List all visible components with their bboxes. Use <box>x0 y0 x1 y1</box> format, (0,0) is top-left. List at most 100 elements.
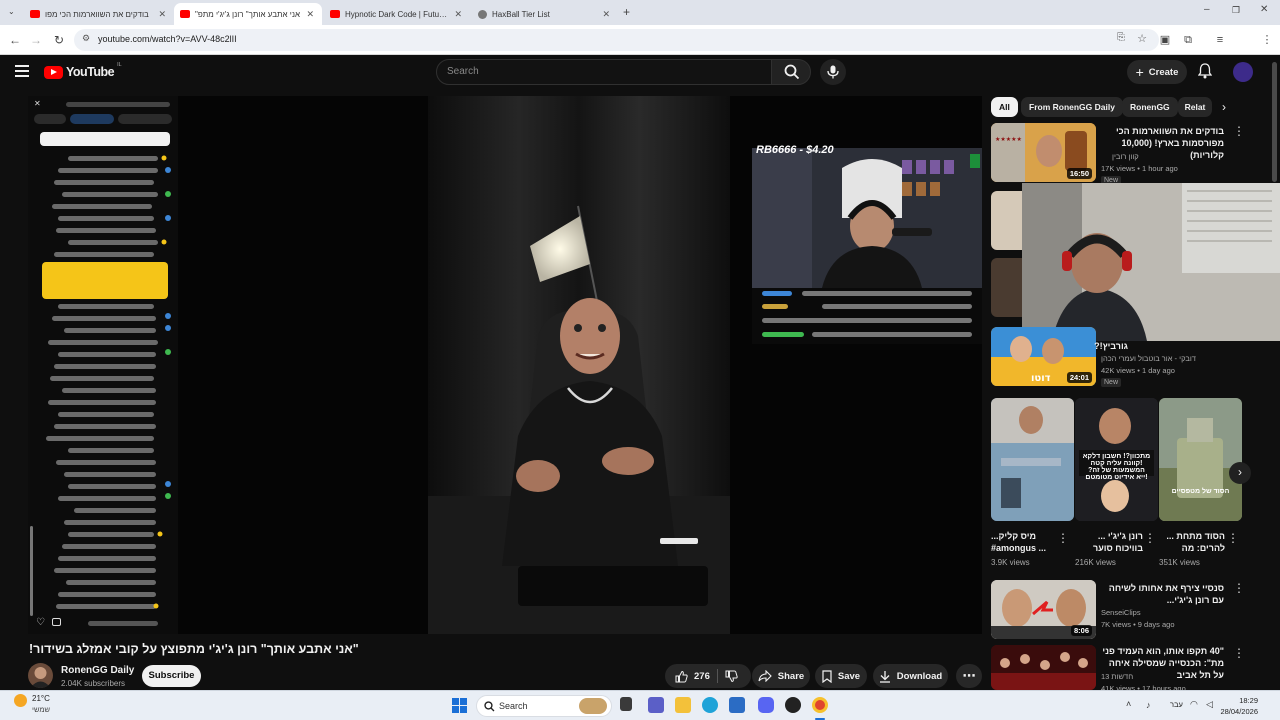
video-menu-icon[interactable]: ⋮ <box>1233 124 1245 138</box>
video-meta: 42K views • 1 day ago <box>1101 366 1175 375</box>
voice-search-button[interactable] <box>820 59 846 85</box>
shorts-next-button[interactable]: › <box>1229 462 1251 484</box>
short-title[interactable]: הסוד מתחת ... להרים: מה <box>1159 530 1225 554</box>
chip-channel[interactable]: RonenGG <box>1122 97 1178 117</box>
taskbar-search-label: Search <box>499 701 528 711</box>
like-count: 276 <box>694 670 710 682</box>
video-channel[interactable]: קוון רובין <box>1112 152 1139 161</box>
close-window-icon[interactable]: ✕ <box>1260 4 1268 15</box>
tray-icon[interactable]: ♪ <box>1146 700 1151 710</box>
more-actions-button[interactable]: ⋯ <box>956 664 982 688</box>
video-channel[interactable]: דובקי - אור בוטבול ועמרי הכהן <box>1101 354 1196 363</box>
short-thumbnail[interactable]: הסוד של מטפסיים <box>1159 398 1242 521</box>
reading-list-icon[interactable]: ≡ <box>1213 33 1227 47</box>
browser-tab[interactable]: בודקים את השווארמות הכי מפו ✕ <box>24 3 174 25</box>
youtube-icon <box>30 10 40 18</box>
video-thumbnail[interactable] <box>991 645 1096 690</box>
search-input[interactable]: Search <box>436 59 772 85</box>
extension-icon[interactable]: ▣ <box>1158 33 1172 47</box>
search-button[interactable] <box>771 59 811 85</box>
channel-avatar[interactable] <box>28 663 53 688</box>
tray-chevron-icon[interactable]: ˄ <box>1126 699 1131 709</box>
maximize-icon[interactable]: ❐ <box>1232 5 1240 16</box>
close-icon[interactable]: ✕ <box>454 9 462 20</box>
thumbs-down-icon[interactable] <box>725 670 738 683</box>
minimize-icon[interactable]: – <box>1204 4 1210 15</box>
channel-name[interactable]: RonenGG Daily <box>61 665 134 676</box>
streamer-scene-art <box>428 96 730 634</box>
store-icon[interactable] <box>729 697 745 713</box>
clock-time: 18:29 <box>1239 696 1258 705</box>
browser-tab-active[interactable]: "אני אתבע אותך" רונן ג'יג'י מתפ ✕ <box>174 3 322 25</box>
share-button[interactable]: Share <box>752 664 810 688</box>
short-title[interactable]: רונן ג'יג'י ... בוויכוח סוער <box>1075 530 1143 554</box>
subscribe-button[interactable]: Subscribe <box>142 665 201 687</box>
like-dislike-group: 276 <box>665 664 751 688</box>
install-app-icon[interactable]: ⎘ <box>1117 32 1125 43</box>
svg-text:★★★★★: ★★★★★ <box>995 136 1022 143</box>
edge-icon[interactable] <box>702 697 718 713</box>
chip-from-channel[interactable]: From RonenGG Daily <box>1021 97 1123 117</box>
browser-tab[interactable]: HaxBall Tier List ✕ <box>472 3 618 25</box>
video-player[interactable]: ✕ ♡ RB6666 - $4.20 <box>28 96 982 634</box>
teams-icon[interactable] <box>648 697 664 713</box>
more-menu-icon[interactable]: ⋮ <box>1260 33 1274 47</box>
close-icon[interactable]: ✕ <box>306 9 314 20</box>
short-menu-icon[interactable]: ⋮ <box>1057 531 1069 545</box>
video-title[interactable]: סנסיי צירף את אחותו לשיחה עם רונן ג'יג'י… <box>1098 582 1224 606</box>
weather-description: שמשי <box>32 705 50 714</box>
chip-related[interactable]: Relat <box>1178 97 1212 117</box>
app-icon[interactable] <box>785 697 801 713</box>
create-button[interactable]: + Create <box>1127 60 1187 84</box>
download-button[interactable]: Download <box>873 664 948 688</box>
back-icon[interactable]: ← <box>7 32 23 48</box>
account-avatar[interactable] <box>1233 62 1253 82</box>
url-bar[interactable]: ⚙ youtube.com/watch?v=AVV-48c2lII ⎘ ☆ <box>74 29 1159 51</box>
taskbar-search[interactable]: Search <box>476 695 612 717</box>
save-button[interactable]: Save <box>815 664 867 688</box>
video-channel[interactable]: חדשות 13 <box>1101 672 1133 681</box>
close-icon[interactable]: ✕ <box>158 9 166 20</box>
browser-tab[interactable]: Hypnotic Dark Code | Futuristic ✕ <box>324 3 470 25</box>
tab-search-button[interactable]: ⌄ <box>8 7 20 19</box>
short-menu-icon[interactable]: ⋮ <box>1227 531 1239 545</box>
taskbar-clock[interactable]: 18:29 28/04/2026 <box>1220 695 1258 717</box>
task-view-icon[interactable] <box>620 697 632 711</box>
chip-all[interactable]: All <box>991 97 1018 117</box>
extensions-puzzle-icon[interactable]: ⧉ <box>1181 33 1195 47</box>
short-title[interactable]: ...מיס קליק #amongus ... <box>991 530 1057 554</box>
new-tab-button[interactable]: + <box>623 5 630 19</box>
like-button[interactable]: 276 <box>675 670 710 683</box>
site-info-icon[interactable]: ⚙ <box>82 33 90 44</box>
browser-tab-strip: ⌄ בודקים את השווארמות הכי מפו ✕ "אני אתב… <box>0 0 1280 25</box>
close-icon[interactable]: ✕ <box>602 9 610 20</box>
chrome-icon[interactable] <box>812 697 828 713</box>
chevron-right-icon[interactable]: › <box>1222 100 1226 114</box>
weather-sun-icon[interactable] <box>14 694 27 707</box>
search-icon <box>784 64 800 80</box>
input-language[interactable]: עבר <box>1170 700 1183 709</box>
forward-icon[interactable]: → <box>28 32 44 48</box>
short-menu-icon[interactable]: ⋮ <box>1144 531 1156 545</box>
page-scrollbar[interactable] <box>1272 62 1277 182</box>
wifi-icon[interactable]: ◠ <box>1190 699 1198 710</box>
video-menu-icon[interactable]: ⋮ <box>1233 581 1245 595</box>
notifications-bell-icon[interactable] <box>1197 63 1213 84</box>
short-thumbnail[interactable] <box>991 398 1074 521</box>
video-thumbnail[interactable]: דוטו 24:01 <box>991 327 1096 386</box>
short-thumbnail[interactable]: מתכוון?! חשבון דלקא !קוונה עליה קטה המשמ… <box>1075 398 1158 521</box>
file-explorer-icon[interactable] <box>675 697 691 713</box>
volume-icon[interactable]: ◁ <box>1206 699 1213 710</box>
video-thumbnail[interactable]: ★★★★★ 16:50 <box>991 123 1096 182</box>
video-menu-icon[interactable]: ⋮ <box>1233 646 1245 660</box>
video-thumbnail[interactable]: 8:06 <box>991 580 1096 639</box>
hamburger-menu-icon[interactable] <box>15 65 29 77</box>
bookmark-star-icon[interactable]: ☆ <box>1137 32 1147 45</box>
tab-title: Hypnotic Dark Code | Futuristic <box>345 9 450 19</box>
discord-icon[interactable] <box>758 697 774 713</box>
video-channel[interactable]: SenseiClips <box>1101 608 1141 617</box>
reload-icon[interactable]: ↻ <box>51 32 67 48</box>
start-button[interactable] <box>452 698 467 713</box>
video-title[interactable]: גורביץ!? <box>1094 340 1128 352</box>
youtube-logo[interactable]: YouTube IL <box>44 62 122 79</box>
